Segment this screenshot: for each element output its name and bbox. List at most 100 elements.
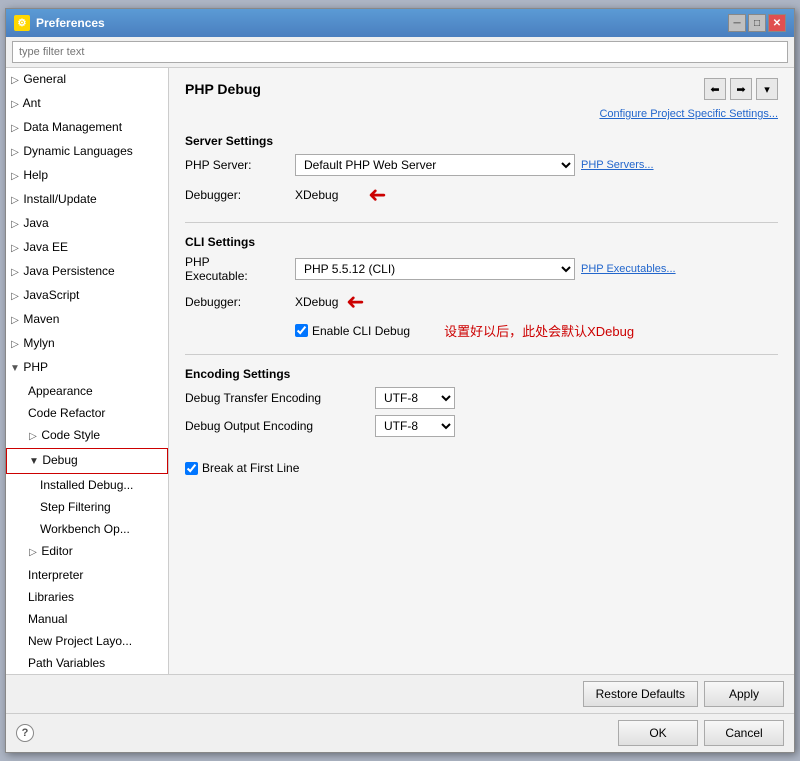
tree-label: Code Refactor <box>28 406 105 420</box>
encoding-settings-title: Encoding Settings <box>185 367 778 381</box>
tree-label: Editor <box>41 544 72 558</box>
tree-item-general[interactable]: ▷ General <box>6 68 168 92</box>
debug-output-select[interactable]: UTF-8 <box>375 415 455 437</box>
tree-item-ant[interactable]: ▷ Ant <box>6 92 168 116</box>
restore-apply-bar: Restore Defaults Apply <box>6 674 794 713</box>
php-servers-link[interactable]: PHP Servers... <box>581 159 654 171</box>
break-at-first-line-row: Break at First Line <box>185 461 778 475</box>
tree-label: General <box>23 72 66 86</box>
tree-item-installed-debug[interactable]: Installed Debug... <box>6 474 168 496</box>
header-toolbar: ⬅ ➡ ▾ <box>704 78 778 100</box>
php-server-label: PHP Server: <box>185 158 295 172</box>
tree-item-interpreter[interactable]: Interpreter <box>6 564 168 586</box>
titlebar: ⚙ Preferences ─ □ ✕ <box>6 9 794 37</box>
break-at-first-line-label: Break at First Line <box>202 461 299 475</box>
tree-item-debug[interactable]: ▼ Debug <box>6 448 168 474</box>
ok-button[interactable]: OK <box>618 720 698 746</box>
tree-label: Libraries <box>28 590 74 604</box>
configure-link[interactable]: Configure Project Specific Settings... <box>185 108 778 120</box>
tree-label: Debug <box>42 453 77 467</box>
tree-label: Interpreter <box>28 568 83 582</box>
page-title: PHP Debug <box>185 81 261 97</box>
tree-item-code-style[interactable]: ▷ Code Style <box>6 424 168 448</box>
tree-item-java-persistence[interactable]: ▷ Java Persistence <box>6 260 168 284</box>
tree-label: Ant <box>23 96 41 110</box>
tree-label: Step Filtering <box>40 500 111 514</box>
tree-item-new-project-layout[interactable]: New Project Layo... <box>6 630 168 652</box>
chinese-note: 设置好以后，此处会默认XDebug <box>444 321 634 340</box>
right-content-panel: PHP Debug ⬅ ➡ ▾ Configure Project Specif… <box>169 68 794 674</box>
expand-icon: ▼ <box>10 360 20 378</box>
tree-item-data-mgmt[interactable]: ▷ Data Management <box>6 116 168 140</box>
maximize-button[interactable]: □ <box>748 14 766 32</box>
tree-item-java-ee[interactable]: ▷ Java EE <box>6 236 168 260</box>
help-icon[interactable]: ? <box>16 724 34 742</box>
php-executable-select[interactable]: PHP 5.5.12 (CLI) <box>295 258 575 280</box>
search-input[interactable] <box>12 41 788 63</box>
tree-item-php[interactable]: ▼ PHP <box>6 356 168 380</box>
window-icon: ⚙ <box>14 15 30 31</box>
restore-defaults-button[interactable]: Restore Defaults <box>583 681 698 707</box>
expand-icon: ▷ <box>10 144 20 162</box>
php-server-select[interactable]: Default PHP Web Server <box>295 154 575 176</box>
preferences-window: ⚙ Preferences ─ □ ✕ ▷ General ▷ Ant ▷ <box>5 8 795 753</box>
cli-debugger-value: XDebug <box>295 295 338 309</box>
minimize-button[interactable]: ─ <box>728 14 746 32</box>
tree-label: Maven <box>23 312 59 326</box>
php-server-row: PHP Server: Default PHP Web Server PHP S… <box>185 154 778 176</box>
tree-item-javascript[interactable]: ▷ JavaScript <box>6 284 168 308</box>
expand-icon: ▷ <box>10 336 20 354</box>
enable-cli-checkbox[interactable] <box>295 324 308 337</box>
expand-icon: ▷ <box>10 264 20 282</box>
window-controls: ─ □ ✕ <box>728 14 786 32</box>
tree-item-libraries[interactable]: Libraries <box>6 586 168 608</box>
tree-label: JavaScript <box>23 288 79 302</box>
server-debugger-label: Debugger: <box>185 188 295 202</box>
tree-item-path-variables[interactable]: Path Variables <box>6 652 168 674</box>
php-executables-link[interactable]: PHP Executables... <box>581 263 676 275</box>
tree-label: Help <box>23 168 48 182</box>
tree-item-help[interactable]: ▷ Help <box>6 164 168 188</box>
cli-debugger-row: Debugger: XDebug ➜ <box>185 289 778 315</box>
tree-item-step-filtering[interactable]: Step Filtering <box>6 496 168 518</box>
tree-item-maven[interactable]: ▷ Maven <box>6 308 168 332</box>
forward-icon[interactable]: ➡ <box>730 78 752 100</box>
tree-label: Path Variables <box>28 656 105 670</box>
dropdown-icon[interactable]: ▾ <box>756 78 778 100</box>
debug-output-row: Debug Output Encoding UTF-8 <box>185 415 778 437</box>
debug-output-label: Debug Output Encoding <box>185 419 375 433</box>
tree-item-manual[interactable]: Manual <box>6 608 168 630</box>
expand-icon: ▷ <box>28 544 38 562</box>
php-server-control: Default PHP Web Server PHP Servers... <box>295 154 778 176</box>
close-button[interactable]: ✕ <box>768 14 786 32</box>
tree-item-install-update[interactable]: ▷ Install/Update <box>6 188 168 212</box>
break-section: Break at First Line <box>185 457 778 479</box>
tree-item-mylyn[interactable]: ▷ Mylyn <box>6 332 168 356</box>
expand-icon: ▷ <box>10 192 20 210</box>
tree-item-code-refactor[interactable]: Code Refactor <box>6 402 168 424</box>
expand-icon: ▷ <box>10 240 20 258</box>
tree-item-appearance[interactable]: Appearance <box>6 380 168 402</box>
tree-label: New Project Layo... <box>28 634 132 648</box>
apply-button[interactable]: Apply <box>704 681 784 707</box>
debug-transfer-select[interactable]: UTF-8 <box>375 387 455 409</box>
php-executable-row: PHPExecutable: PHP 5.5.12 (CLI) PHP Exec… <box>185 255 778 283</box>
enable-cli-row: Enable CLI Debug 设置好以后，此处会默认XDebug <box>295 321 778 340</box>
expand-icon: ▷ <box>10 72 20 90</box>
break-at-first-line-checkbox[interactable] <box>185 462 198 475</box>
tree-label: Install/Update <box>23 192 96 206</box>
tree-item-dynamic-lang[interactable]: ▷ Dynamic Languages <box>6 140 168 164</box>
tree-label: PHP <box>23 360 48 374</box>
cli-settings-title: CLI Settings <box>185 235 778 249</box>
tree-item-workbench-op[interactable]: Workbench Op... <box>6 518 168 540</box>
cancel-button[interactable]: Cancel <box>704 720 784 746</box>
back-icon[interactable]: ⬅ <box>704 78 726 100</box>
expand-icon: ▷ <box>10 312 20 330</box>
tree-item-editor[interactable]: ▷ Editor <box>6 540 168 564</box>
tree-item-java[interactable]: ▷ Java <box>6 212 168 236</box>
php-executable-label: PHPExecutable: <box>185 255 295 283</box>
expand-icon: ▷ <box>10 96 20 114</box>
search-bar <box>6 37 794 68</box>
server-debugger-value: XDebug <box>295 188 338 202</box>
expand-icon: ▷ <box>10 216 20 234</box>
